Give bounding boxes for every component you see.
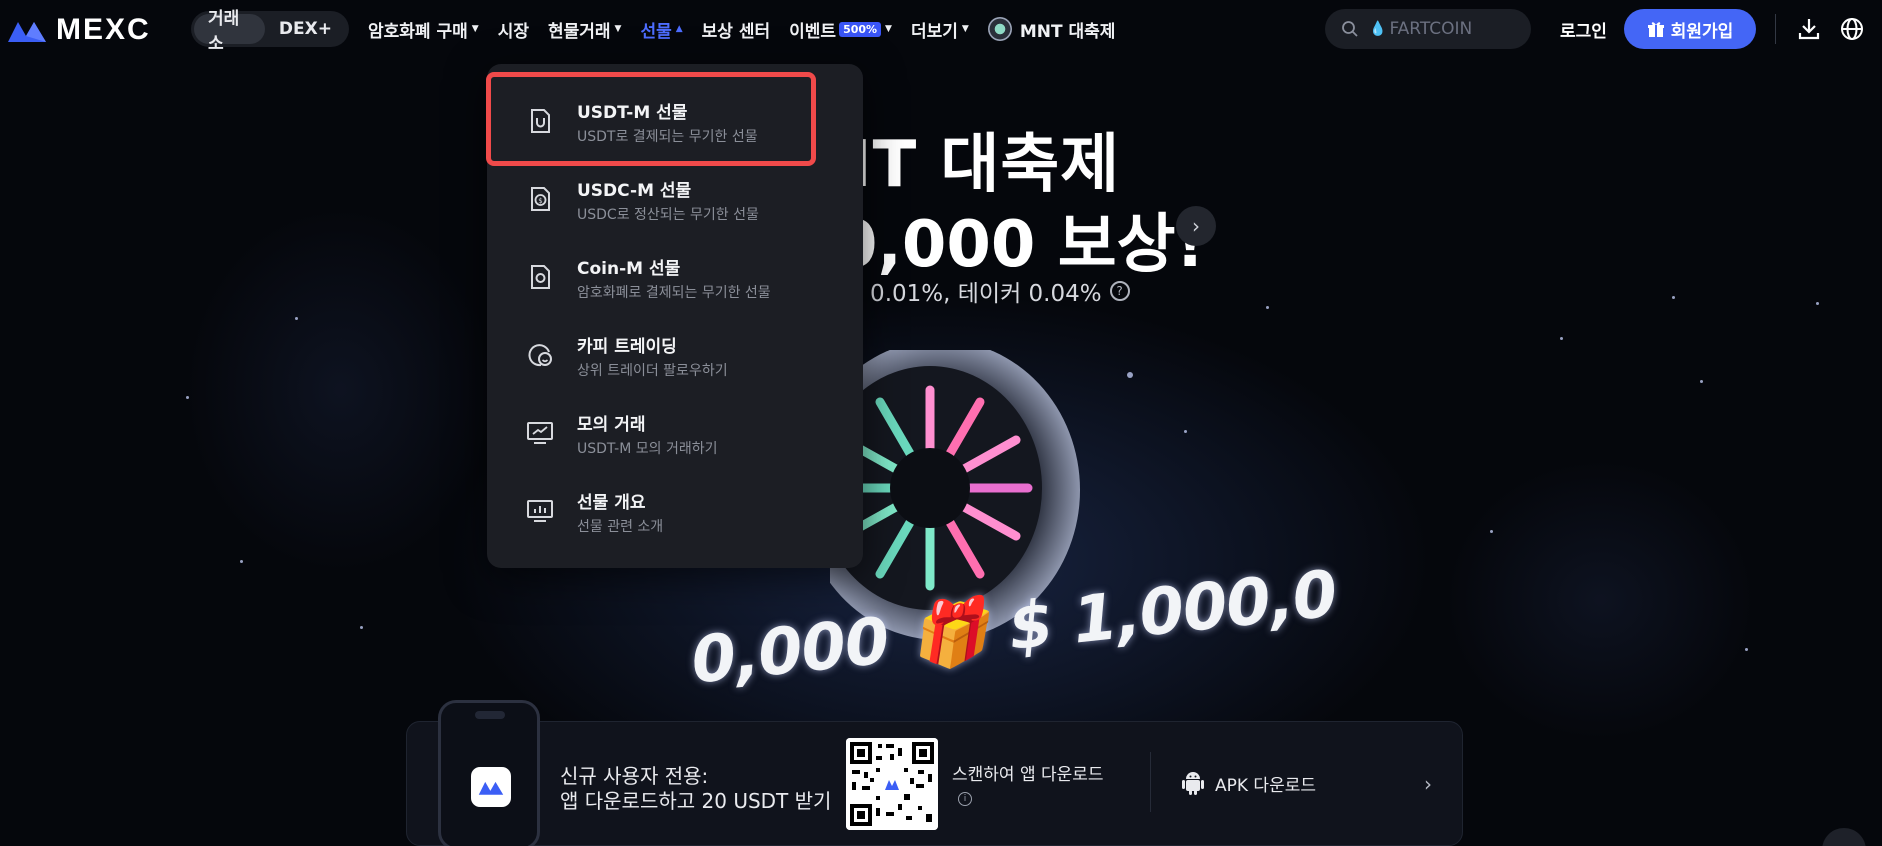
caret-down-icon: ▼: [885, 24, 892, 34]
android-icon: [1182, 772, 1204, 795]
usdt-m-highlight-box: [486, 72, 816, 166]
exchange-mode-switch: 거래소 DEX+: [191, 9, 349, 54]
apk-download-link[interactable]: APK 다운로드: [1181, 770, 1316, 796]
menu-more[interactable]: 더보기 ▼: [911, 17, 969, 42]
coin-m-icon: [531, 265, 550, 289]
dropdown-item-title: Coin-M 선물: [577, 259, 681, 279]
top-navbar: MEXC 거래소 DEX+ 암호화폐 구매 ▼ 시장 현물거래 ▼ 선물 ▲ 보상 센…: [0, 0, 1882, 58]
star: [1560, 337, 1563, 340]
hero-title-line2: 0,000 보상!: [833, 208, 1205, 282]
dropdown-item-demo-trading[interactable]: 모의 거래 USDT-M 모의 거래하기: [487, 396, 863, 470]
menu-events[interactable]: 이벤트 500% ▼: [789, 17, 892, 42]
menu-mnt-label: MNT 대축제: [1019, 21, 1116, 42]
dropdown-item-subtitle: 선물 관련 소개: [577, 519, 664, 535]
star: [1745, 648, 1748, 651]
tab-exchange[interactable]: 거래소: [194, 9, 265, 54]
hero-fee-text: | 0.01%, 테이커 0.04%: [855, 281, 1102, 307]
trending-drop-icon: 💧: [1369, 21, 1387, 37]
futures-overview-icon: [527, 500, 553, 522]
star: [1672, 296, 1675, 299]
menu-spot-label: 현물거래: [547, 21, 611, 42]
phone-mockup: [438, 700, 540, 846]
dropdown-item-title: 모의 거래: [577, 415, 646, 435]
banner-title-line2: 앱 다운로드하고 20 USDT 받기: [560, 789, 832, 813]
caret-down-icon: ▼: [614, 24, 622, 34]
mexc-logo[interactable]: MEXC: [6, 13, 151, 47]
search-placeholder: FARTCOIN: [1389, 19, 1473, 39]
chevron-right-icon[interactable]: ›: [1424, 772, 1432, 796]
menu-events-label: 이벤트: [789, 21, 837, 42]
scan-download-text: 스캔하여 앱 다운로드: [952, 765, 1104, 785]
dropdown-item-copy-trading[interactable]: 카피 트레이딩 상위 트레이더 팔로우하기: [487, 318, 863, 392]
menu-market-label: 시장: [497, 21, 529, 42]
menu-buy-crypto[interactable]: 암호화폐 구매 ▼: [368, 17, 479, 42]
star: [186, 396, 189, 399]
menu-spot[interactable]: 현물거래 ▼: [548, 17, 621, 42]
main-menu: 암호화폐 구매 ▼ 시장 현물거래 ▼ 선물 ▲ 보상 센터 이벤트 500% ▼ 더보…: [368, 0, 1134, 58]
svg-text:$: $: [538, 197, 542, 205]
phone-notch: [475, 711, 505, 719]
dropdown-item-title: USDC-M 선물: [577, 181, 692, 201]
star: [1266, 306, 1269, 309]
dropdown-item-subtitle: USDT-M 모의 거래하기: [577, 441, 718, 457]
dropdown-item-title: 선물 개요: [577, 493, 646, 513]
caret-down-icon: ▼: [471, 24, 479, 34]
search-icon: [1342, 21, 1358, 37]
menu-rewards[interactable]: 보상 센터: [702, 17, 770, 42]
download-icon[interactable]: [1795, 15, 1823, 43]
star: [1490, 530, 1493, 533]
mexc-mountain-icon: [8, 22, 46, 42]
events-badge: 500%: [839, 21, 882, 37]
globe-icon[interactable]: [1838, 15, 1866, 43]
mnt-token-icon: [987, 17, 1012, 41]
signup-button[interactable]: 회원가입: [1624, 9, 1756, 49]
chevron-right-icon: ›: [1192, 214, 1200, 238]
tab-dex[interactable]: DEX+: [265, 14, 346, 44]
menu-buy-crypto-label: 암호화폐 구매: [368, 21, 468, 42]
dropdown-item-coin-m[interactable]: Coin-M 선물 암호화폐로 결제되는 무기한 선물: [487, 240, 863, 314]
menu-futures[interactable]: 선물 ▲: [640, 17, 682, 42]
qr-code: [846, 738, 938, 830]
nav-divider: [1775, 14, 1776, 44]
menu-mnt-festival[interactable]: MNT 대축제: [987, 17, 1116, 42]
demo-trading-icon: [527, 422, 553, 444]
menu-futures-label: 선물: [640, 21, 672, 42]
hero-fee-info: | 0.01%, 테이커 0.04% ?: [855, 274, 1130, 308]
usdc-m-icon: $: [531, 187, 550, 211]
star: [1184, 430, 1187, 433]
star: [1700, 380, 1703, 383]
dropdown-item-usdc-m[interactable]: $ USDC-M 선물 USDC로 정산되는 무기한 선물: [487, 162, 863, 236]
apk-download-label: APK 다운로드: [1215, 775, 1316, 796]
dropdown-item-subtitle: 상위 트레이더 팔로우하기: [577, 363, 728, 379]
banner-divider: [1150, 752, 1151, 812]
gift-icon: [1647, 22, 1664, 37]
dropdown-item-subtitle: USDC로 정산되는 무기한 선물: [577, 207, 759, 223]
signup-label: 회원가입: [1670, 21, 1734, 42]
dropdown-item-subtitle: 암호화폐로 결제되는 무기한 선물: [577, 285, 771, 301]
login-button[interactable]: 로그인: [1560, 17, 1607, 42]
star: [1816, 302, 1819, 305]
mexc-app-icon: [471, 767, 511, 807]
brand-name: MEXC: [56, 13, 151, 46]
dropdown-item-title: 카피 트레이딩: [577, 337, 677, 357]
menu-rewards-label: 보상 센터: [701, 21, 771, 42]
info-icon[interactable]: i: [958, 792, 972, 806]
menu-market[interactable]: 시장: [498, 17, 529, 42]
menu-more-label: 더보기: [910, 21, 958, 42]
hero-title-line1: NT 대축제: [818, 128, 1121, 202]
star: [240, 560, 243, 563]
copy-trading-icon: [528, 344, 552, 367]
hero-next-button[interactable]: ›: [1176, 206, 1216, 246]
star: [360, 626, 363, 629]
help-icon[interactable]: ?: [1109, 281, 1130, 301]
star: [295, 317, 298, 320]
search-input[interactable]: 💧 FARTCOIN: [1325, 9, 1531, 49]
dropdown-item-futures-overview[interactable]: 선물 개요 선물 관련 소개: [487, 474, 863, 548]
caret-down-icon: ▼: [961, 24, 969, 34]
caret-up-icon: ▲: [675, 24, 683, 34]
